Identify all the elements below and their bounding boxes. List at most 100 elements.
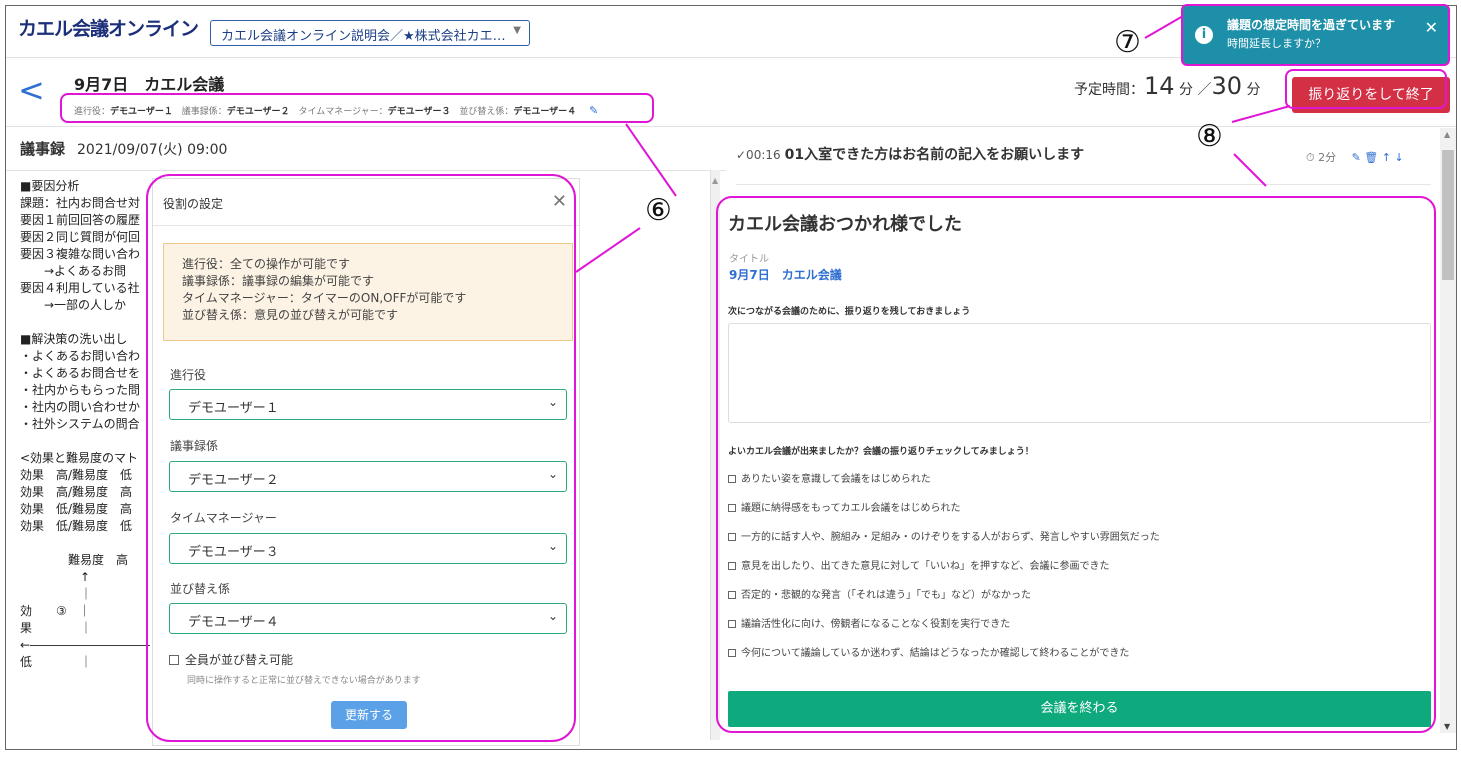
time-label: 予定時間：: [1074, 82, 1144, 98]
time-unit: 分: [1246, 82, 1261, 98]
pencil-icon[interactable]: ✎: [1352, 151, 1361, 164]
select-value: デモユーザー４: [188, 615, 279, 630]
checklist-item[interactable]: ありたい姿を意識して会議をはじめられた: [728, 470, 931, 485]
app-logo[interactable]: カエル会議オンライン: [18, 14, 199, 41]
checkbox-box[interactable]: [728, 504, 736, 512]
sorter-select[interactable]: デモユーザー４ ⌄: [169, 603, 567, 634]
app-window: カエル会議オンライン カエル会議オンライン説明会／★株式会社カエ… ▼ < 9月…: [5, 5, 1457, 750]
update-button[interactable]: 更新する: [331, 701, 407, 729]
scroll-down-icon[interactable]: ▼: [1444, 722, 1450, 731]
modal-divider: [153, 225, 579, 226]
toast-message: 時間延長しますか？: [1227, 37, 1326, 50]
time-total: 30: [1211, 72, 1242, 100]
callout-number-7: ⑦: [1114, 25, 1141, 60]
reflect-and-end-button[interactable]: 振り返りをして終了: [1292, 77, 1450, 113]
checklist-item[interactable]: 議論活性化に向け、傍観者になることなく役割を実行できた: [728, 615, 1010, 630]
checkbox-box[interactable]: [728, 475, 736, 483]
chevron-down-icon: ⌄: [547, 609, 558, 623]
field-label: 並び替え係: [170, 582, 231, 596]
checklist-text: 議論活性化に向け、傍観者になることなく役割を実行できた: [741, 619, 1011, 630]
checklist-text: ありたい姿を意識して会議をはじめられた: [741, 474, 931, 485]
recap-heading: カエル会議おつかれ様でした: [728, 214, 962, 235]
notice-line: 進行役：全ての操作が可能です: [182, 257, 351, 271]
notice-line: タイムマネージャー：タイマーのON,OFFが可能です: [182, 291, 467, 305]
chevron-down-icon: ⌄: [547, 467, 558, 481]
role-user: デモユーザー４: [513, 107, 577, 117]
field-label: 議事録係: [170, 439, 219, 453]
reflection-prompt: 次につながる会議のために、振り返りを残しておきましょう: [728, 307, 971, 317]
time-separator: ／: [1197, 82, 1212, 98]
time-unit: 分: [1179, 82, 1193, 98]
meeting-select-value: カエル会議オンライン説明会／★株式会社カエ…: [221, 29, 506, 44]
callout-number-8: ⑧: [1196, 119, 1223, 154]
role-user: デモユーザー１: [110, 107, 173, 117]
pencil-icon[interactable]: ✎: [589, 104, 598, 117]
reflection-textarea[interactable]: [728, 323, 1431, 423]
facilitator-select[interactable]: デモユーザー１ ⌄: [169, 389, 567, 420]
checklist-item[interactable]: 議題に納得感をもってカエル会議をはじめられた: [728, 499, 961, 514]
close-icon[interactable]: ✕: [1425, 18, 1438, 37]
minutes-body[interactable]: ■要因分析 課題：社内お問合せ対 要因１前回回答の履歴 要因２同じ質問が何回 要…: [20, 178, 150, 738]
title-label: タイトル: [729, 254, 769, 265]
finish-meeting-button[interactable]: 会議を終わる: [728, 691, 1431, 727]
checklist-item[interactable]: 意見を出したり、出てきた意見に対して「いいね」を押すなど、会議に参画できた: [728, 557, 1110, 572]
checklist-prompt: よいカエル会議が出来ましたか？会議の振り返りチェックしてみましょう！: [728, 447, 1034, 457]
minutes-divider: [6, 170, 726, 171]
checkbox-note: 同時に操作すると正常に並び替えできない場合があります: [187, 676, 421, 686]
timer-duration[interactable]: ⏱ 2分: [1306, 151, 1336, 164]
stopwatch-icon: ⏱: [1306, 151, 1319, 164]
checkbox-box[interactable]: [728, 562, 736, 570]
arrow-up-icon[interactable]: ↑: [1382, 151, 1391, 164]
meeting-recap-panel: カエル会議おつかれ様でした タイトル 9月7日 カエル会議 次につながる会議のた…: [722, 202, 1440, 737]
planned-time: 予定時間：14 分 ／30 分: [1074, 72, 1260, 100]
right-scrollbar[interactable]: ▲ ▼: [1440, 128, 1456, 733]
pane-scrollbar[interactable]: ▲: [710, 170, 720, 740]
scroll-up-icon[interactable]: ▲: [712, 176, 718, 185]
checklist-text: 否定的・悲観的な発言（「それは違う」「でも」など）がなかった: [741, 590, 1031, 601]
back-chevron-icon[interactable]: <: [18, 74, 45, 106]
scroll-up-icon[interactable]: ▲: [1444, 130, 1450, 139]
duration-value: 2分: [1318, 151, 1337, 164]
role-label: タイムマネージャー：: [298, 107, 388, 117]
time-elapsed: 14: [1144, 72, 1175, 100]
minutes-header: 議事録 2021/09/07(火) 09:00: [20, 138, 227, 159]
agenda-divider: [736, 184, 1431, 185]
all-can-sort-checkbox[interactable]: 全員が並び替え可能: [169, 651, 293, 668]
checkbox-box[interactable]: [169, 655, 179, 665]
notice-line: 並び替え係：意見の並び替えが可能です: [182, 308, 399, 322]
checklist-item[interactable]: 今何について議論しているか迷わず、結論はどうなったか確認して終わることができた: [728, 644, 1129, 659]
minutes-heading: 議事録: [20, 140, 66, 158]
agenda-title: 01入室できた方はお名前の記入をお願いします: [784, 147, 1085, 163]
trash-icon[interactable]: 🗑: [1364, 151, 1378, 164]
select-value: デモユーザー３: [188, 545, 279, 560]
minutes-datetime: 2021/09/07(火) 09:00: [77, 142, 228, 158]
checklist-item[interactable]: 一方的に話す人や、腕組み・足組み・のけぞりをする人がおらず、発言しやすい雰囲気だ…: [728, 528, 1160, 543]
checklist-item[interactable]: 否定的・悲観的な発言（「それは違う」「でも」など）がなかった: [728, 586, 1031, 601]
checkbox-box[interactable]: [728, 591, 736, 599]
scrollbar-thumb[interactable]: [1442, 150, 1454, 280]
meeting-title: 9月7日 カエル会議: [74, 75, 225, 94]
field-label: 進行役: [170, 368, 207, 382]
role-summary: 進行役：デモユーザー１ 議事録係：デモユーザー２ タイムマネージャー：デモユーザ…: [66, 99, 656, 125]
modal-title: 役割の設定: [163, 197, 224, 211]
toast-title: 議題の想定時間を過ぎています: [1227, 18, 1396, 32]
close-icon[interactable]: ✕: [552, 191, 567, 212]
minutes-taker-select[interactable]: デモユーザー２ ⌄: [169, 461, 567, 492]
info-icon: i: [1195, 26, 1213, 44]
checklist-text: 議題に納得感をもってカエル会議をはじめられた: [741, 503, 961, 514]
time-manager-select[interactable]: デモユーザー３ ⌄: [169, 533, 567, 564]
role-user: デモユーザー３: [387, 107, 451, 117]
meeting-select[interactable]: カエル会議オンライン説明会／★株式会社カエ… ▼: [210, 20, 530, 46]
checkbox-box[interactable]: [728, 620, 736, 628]
checkbox-box[interactable]: [728, 533, 736, 541]
arrow-down-icon[interactable]: ↓: [1394, 151, 1403, 164]
role-label: 進行役：: [74, 107, 111, 117]
checklist-text: 今何について議論しているか迷わず、結論はどうなったか確認して終わることができた: [741, 648, 1130, 659]
agenda-controls: ⏱ 2分 ✎ 🗑 ↑ ↓: [1306, 149, 1404, 165]
select-value: デモユーザー１: [188, 401, 279, 416]
checkbox-box[interactable]: [728, 649, 736, 657]
role-user: デモユーザー２: [226, 107, 290, 117]
chevron-down-icon: ▼: [513, 25, 521, 36]
chevron-down-icon: ⌄: [547, 539, 558, 553]
role-label: 並び替え係：: [459, 107, 514, 117]
